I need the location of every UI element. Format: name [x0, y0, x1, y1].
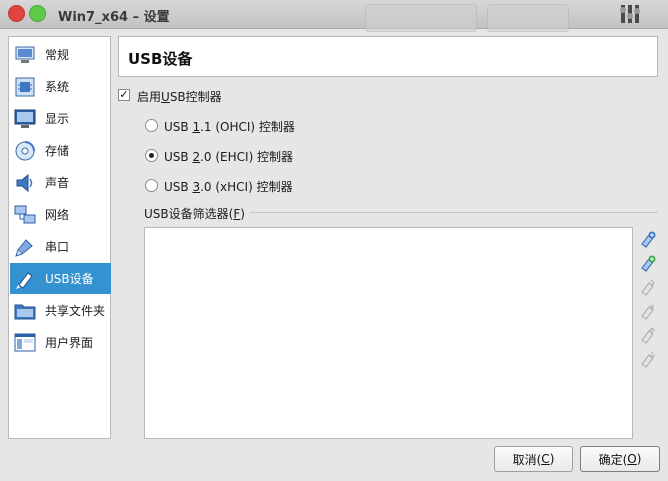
- usb2-controller-radio[interactable]: [145, 149, 158, 162]
- sidebar-item-label: 存储: [45, 144, 70, 158]
- usb3-controller-radio[interactable]: [145, 179, 158, 192]
- sidebar-item-label: USB设备: [45, 272, 94, 286]
- move-filter-down-icon: [641, 352, 656, 368]
- add-empty-filter-icon: [641, 231, 656, 248]
- sidebar-item-storage[interactable]: 存储: [10, 135, 111, 166]
- edit-filter-icon: [641, 279, 655, 296]
- sidebar-item-label: 共享文件夹: [45, 304, 106, 318]
- sidebar-item-label: 声音: [45, 176, 70, 190]
- sidebar-item-system[interactable]: 系统: [10, 71, 111, 102]
- group-divider: [250, 212, 658, 213]
- serial-port-icon: [13, 235, 37, 259]
- remove-filter-button[interactable]: [639, 302, 657, 320]
- sidebar-item-general[interactable]: 常规: [10, 39, 111, 70]
- enable-usb-checkbox[interactable]: ✓: [118, 89, 130, 101]
- usb-filter-list[interactable]: [144, 227, 633, 439]
- sidebar-item-display[interactable]: 显示: [10, 103, 111, 134]
- page-header: USB设备: [118, 36, 658, 77]
- minimize-window-button[interactable]: [29, 5, 46, 22]
- usb3-controller-label[interactable]: USB 3.0 (xHCI) 控制器: [164, 178, 293, 195]
- sidebar-item-label: 常规: [45, 48, 70, 62]
- sidebar-item-usb[interactable]: USB设备: [10, 263, 111, 294]
- system-icon: [13, 75, 37, 99]
- usb1-controller-radio[interactable]: [145, 119, 158, 132]
- usb-filters-label: USB设备筛选器(F): [144, 207, 245, 221]
- cancel-button[interactable]: 取消(C): [494, 446, 573, 472]
- move-filter-down-button[interactable]: [639, 350, 657, 368]
- sidebar-item-label: 显示: [45, 112, 70, 126]
- sidebar-item-label: 网络: [45, 208, 70, 222]
- move-filter-up-icon: [641, 327, 656, 344]
- add-empty-filter-button[interactable]: [639, 230, 657, 248]
- toolbar-button-ghost: [487, 4, 569, 32]
- sidebar-item-shared-folders[interactable]: 共享文件夹: [10, 295, 111, 326]
- usb-icon: [13, 267, 37, 291]
- shared-folder-icon: [13, 299, 37, 323]
- add-filter-from-device-button[interactable]: [639, 254, 657, 272]
- toolbar-button-ghost: [365, 4, 477, 32]
- title-bar[interactable]: Win7_x64 – 设置: [0, 0, 668, 32]
- usb2-controller-label[interactable]: USB 2.0 (EHCI) 控制器: [164, 148, 293, 165]
- sidebar-item-audio[interactable]: 声音: [10, 167, 111, 198]
- usb1-controller-label[interactable]: USB 1.1 (OHCI) 控制器: [164, 118, 295, 135]
- move-filter-up-button[interactable]: [639, 326, 657, 344]
- user-interface-icon: [13, 331, 37, 355]
- general-icon: [13, 43, 37, 67]
- edit-filter-button[interactable]: [639, 278, 657, 296]
- enable-usb-label[interactable]: 启用USB控制器: [137, 88, 222, 105]
- display-icon: [13, 107, 37, 131]
- add-filter-from-device-icon: [641, 255, 656, 272]
- sidebar-item-label: 用户界面: [45, 336, 94, 350]
- remove-filter-icon: [641, 304, 655, 320]
- sidebar-item-network[interactable]: 网络: [10, 199, 111, 230]
- page-title: USB设备: [128, 50, 193, 68]
- audio-icon: [13, 171, 37, 195]
- settings-sidebar: 常规 系统 显示 存储 声音 网络 串口 USB设备 共享文件夹 用户界面: [8, 36, 111, 439]
- sidebar-item-label: 串口: [45, 240, 70, 254]
- storage-icon: [13, 139, 37, 163]
- window-title: Win7_x64 – 设置: [58, 10, 170, 25]
- close-window-button[interactable]: [8, 5, 25, 22]
- sidebar-item-user-interface[interactable]: 用户界面: [10, 327, 111, 358]
- tools-icon: [620, 5, 640, 23]
- ok-button[interactable]: 确定(O): [580, 446, 660, 472]
- sidebar-item-label: 系统: [45, 80, 70, 94]
- sidebar-item-serial-port[interactable]: 串口: [10, 231, 111, 262]
- network-icon: [13, 203, 37, 227]
